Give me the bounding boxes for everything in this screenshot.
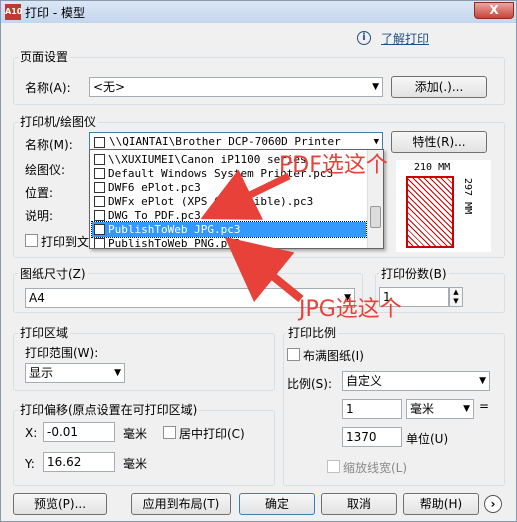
pdf-arrow <box>200 169 291 220</box>
jpg-callout: JPG选这个 <box>299 297 402 322</box>
jpg-arrow <box>224 236 304 303</box>
annotation-arrows <box>200 169 304 303</box>
pdf-callout: PDF选这个 <box>279 153 388 178</box>
print-dialog: A10 打印 - 模型 X i 了解打印 页面设置 名称(A): <无> ▼ 添加… <box>0 0 517 522</box>
